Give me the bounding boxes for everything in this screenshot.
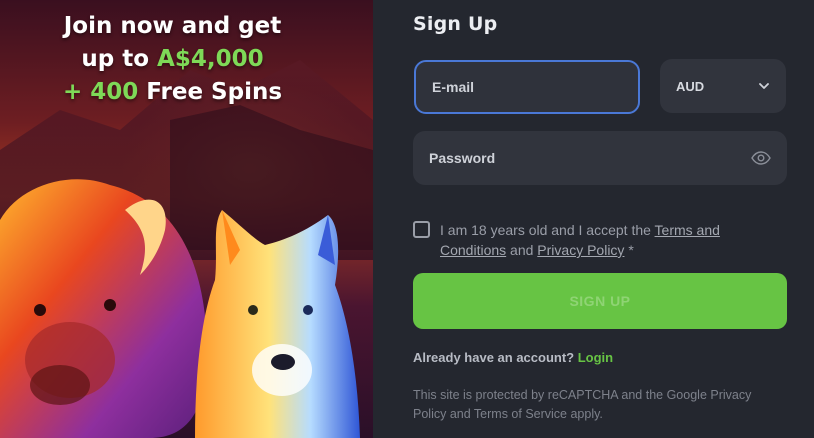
required-mark: * <box>624 242 634 258</box>
bonus-amount: A$4,000 <box>157 46 264 72</box>
chevron-down-icon <box>759 83 769 89</box>
spins-count: + 400 <box>62 79 139 105</box>
terms-text: I am 18 years old and I accept the Terms… <box>440 220 773 260</box>
login-prompt: Already have an account? Login <box>413 350 613 365</box>
account-prompt-text: Already have an account? <box>413 350 578 365</box>
privacy-link[interactable]: Privacy Policy <box>537 242 624 258</box>
email-field[interactable] <box>414 60 640 114</box>
password-input[interactable] <box>429 150 751 166</box>
headline-upto: up to <box>81 46 158 72</box>
form-title: Sign Up <box>413 13 498 35</box>
headline-line-2: up to A$4,000 <box>0 43 345 76</box>
currency-select[interactable]: AUD <box>660 59 786 113</box>
signup-form: Sign Up AUD I am 18 years old and I acce… <box>373 0 814 438</box>
promo-banner: Join now and get up to A$4,000 + 400 Fre… <box>0 0 373 438</box>
terms-checkbox[interactable] <box>413 221 430 238</box>
headline-line-1: Join now and get <box>63 13 282 39</box>
promo-headline: Join now and get up to A$4,000 + 400 Fre… <box>0 10 345 109</box>
email-input[interactable] <box>432 79 622 95</box>
terms-and: and <box>506 242 538 258</box>
signup-button[interactable]: SIGN UP <box>413 273 787 329</box>
terms-consent: I am 18 years old and I accept the Terms… <box>413 220 773 260</box>
free-spins-label: Free Spins <box>138 79 283 105</box>
headline-line-3: + 400 Free Spins <box>0 76 345 109</box>
password-field[interactable] <box>413 131 787 185</box>
terms-prefix: I am 18 years old and I accept the <box>440 222 655 238</box>
wolf-figure <box>195 210 360 438</box>
recaptcha-notice: This site is protected by reCAPTCHA and … <box>413 388 752 421</box>
currency-value: AUD <box>676 78 705 94</box>
login-link[interactable]: Login <box>578 350 613 365</box>
eye-icon[interactable] <box>751 151 771 165</box>
